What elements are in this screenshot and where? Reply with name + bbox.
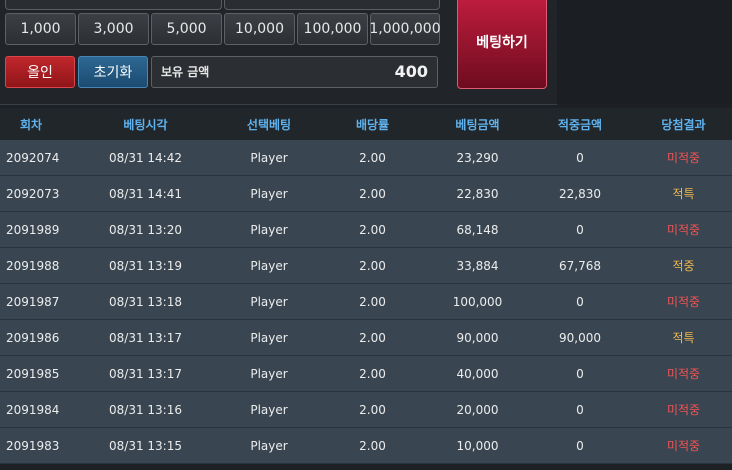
cell-bet-amount: 10,000 [456, 438, 499, 453]
cell-bet-time: 08/31 13:16 [109, 402, 182, 417]
table-row: 2091985 08/31 13:17 Player 2.00 40,000 0 미적중 [0, 356, 732, 392]
reset-button[interactable]: 초기화 [78, 56, 148, 88]
cell-result: 미적중 [666, 367, 701, 381]
cell-win-amount: 0 [576, 402, 584, 417]
place-bet-button[interactable]: 베팅하기 [457, 0, 547, 89]
cell-round: 2091984 [6, 402, 60, 417]
cell-choice: Player [250, 186, 288, 201]
cell-choice: Player [250, 366, 288, 381]
cell-odds: 2.00 [359, 258, 386, 273]
cell-round: 2091983 [6, 438, 60, 453]
table-body: 2092074 08/31 14:42 Player 2.00 23,290 0 미적중 20… [0, 140, 732, 464]
all-in-button[interactable]: 올인 [5, 56, 75, 88]
table-row: 2091988 08/31 13:19 Player 2.00 33,884 67,768… [0, 248, 732, 284]
chip-button-5000[interactable]: 5,000 [151, 13, 222, 45]
cell-result: 미적중 [666, 403, 701, 417]
cell-round: 2091985 [6, 366, 60, 381]
cell-bet-time: 08/31 13:20 [109, 222, 182, 237]
cell-result: 미적중 [666, 439, 701, 453]
bet-history-table: 회차 베팅시각 선택베팅 배당률 베팅금액 적중금액 당첨결과 2092074 0… [0, 108, 732, 464]
header-odds: 배당률 [355, 117, 390, 132]
cell-result: 미적중 [666, 295, 701, 309]
cell-bet-time: 08/31 13:18 [109, 294, 182, 309]
header-choice: 선택베팅 [246, 117, 292, 132]
cell-bet-time: 08/31 13:15 [109, 438, 182, 453]
cell-odds: 2.00 [359, 438, 386, 453]
cell-result: 적특 [672, 187, 695, 201]
cell-win-amount: 0 [576, 366, 584, 381]
cell-odds: 2.00 [359, 222, 386, 237]
chip-button-1000[interactable]: 1,000 [5, 13, 76, 45]
cell-win-amount: 0 [576, 150, 584, 165]
cell-win-amount: 0 [576, 222, 584, 237]
cell-bet-amount: 22,830 [456, 186, 499, 201]
cell-round: 2091989 [6, 222, 60, 237]
cell-bet-time: 08/31 13:19 [109, 258, 182, 273]
table-row: 2091989 08/31 13:20 Player 2.00 68,148 0 미적중 [0, 212, 732, 248]
chip-button-100000[interactable]: 100,000 [297, 13, 368, 45]
cell-odds: 2.00 [359, 330, 386, 345]
cell-round: 2092073 [6, 186, 60, 201]
header-win-amount: 적중금액 [557, 117, 603, 132]
cell-win-amount: 0 [576, 294, 584, 309]
cell-bet-time: 08/31 13:17 [109, 366, 182, 381]
cell-choice: Player [250, 258, 288, 273]
cell-odds: 2.00 [359, 294, 386, 309]
header-bet-time: 베팅시각 [123, 117, 168, 132]
table-row: 2091984 08/31 13:16 Player 2.00 20,000 0 미적중 [0, 392, 732, 428]
cell-choice: Player [250, 330, 288, 345]
cell-choice: Player [250, 402, 288, 417]
table-row: 2092073 08/31 14:41 Player 2.00 22,830 22,830… [0, 176, 732, 212]
cell-bet-amount: 68,148 [456, 222, 499, 237]
cell-round: 2091987 [6, 294, 60, 309]
cell-odds: 2.00 [359, 366, 386, 381]
table-row: 2092074 08/31 14:42 Player 2.00 23,290 0 미적중 [0, 140, 732, 176]
table-row: 2091987 08/31 13:18 Player 2.00 100,000 0 미적중 [0, 284, 732, 320]
top-input-right[interactable] [224, 0, 440, 10]
right-panel-background [557, 0, 732, 104]
cell-result: 적특 [672, 331, 695, 345]
chip-button-3000[interactable]: 3,000 [78, 13, 149, 45]
header-bet-amount: 베팅금액 [455, 117, 500, 132]
cell-result: 적중 [672, 259, 695, 273]
cell-odds: 2.00 [359, 402, 386, 417]
cell-bet-amount: 23,290 [456, 150, 499, 165]
cell-odds: 2.00 [359, 186, 386, 201]
top-input-left[interactable] [5, 0, 222, 10]
cell-win-amount: 22,830 [559, 186, 601, 201]
cell-bet-amount: 90,000 [456, 330, 499, 345]
cell-round: 2092074 [6, 150, 60, 165]
table-row: 2091986 08/31 13:17 Player 2.00 90,000 90,000… [0, 320, 732, 356]
cell-bet-time: 08/31 14:41 [109, 186, 182, 201]
cell-result: 미적중 [666, 151, 701, 165]
balance-value: 400 [394, 62, 428, 81]
header-result: 당첨결과 [661, 117, 706, 132]
cell-choice: Player [250, 438, 288, 453]
cell-choice: Player [250, 150, 288, 165]
balance-label: 보유 금액 [161, 65, 210, 79]
cell-bet-time: 08/31 14:42 [109, 150, 182, 165]
cell-win-amount: 67,768 [559, 258, 601, 273]
table-header: 회차 베팅시각 선택베팅 배당률 베팅금액 적중금액 당첨결과 [0, 108, 732, 140]
balance-display: 보유 금액 400 [151, 56, 438, 88]
header-round: 회차 [20, 117, 43, 132]
cell-bet-amount: 100,000 [452, 294, 503, 309]
chip-button-10000[interactable]: 10,000 [224, 13, 295, 45]
cell-bet-time: 08/31 13:17 [109, 330, 182, 345]
chip-button-1000000[interactable]: 1,000,000 [369, 13, 441, 45]
cell-bet-amount: 40,000 [456, 366, 499, 381]
cell-round: 2091988 [6, 258, 60, 273]
table-row: 2091983 08/31 13:15 Player 2.00 10,000 0 미적중 [0, 428, 732, 464]
cell-choice: Player [250, 222, 288, 237]
cell-win-amount: 90,000 [559, 330, 601, 345]
cell-result: 미적중 [666, 223, 701, 237]
cell-odds: 2.00 [359, 150, 386, 165]
cell-bet-amount: 33,884 [456, 258, 499, 273]
cell-win-amount: 0 [576, 438, 584, 453]
cell-round: 2091986 [6, 330, 60, 345]
cell-choice: Player [250, 294, 288, 309]
betting-panel: 1,000 3,000 5,000 10,000 100,000 1,000,0… [0, 0, 557, 105]
cell-bet-amount: 20,000 [456, 402, 499, 417]
